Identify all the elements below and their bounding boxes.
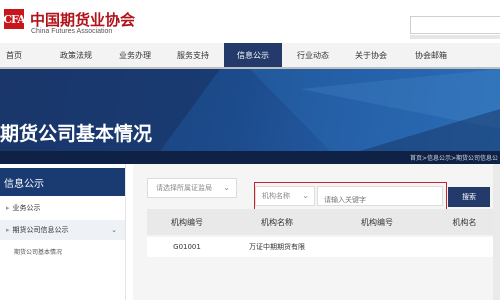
sidebar-header: 信息公示	[0, 168, 125, 196]
column-header: 机构名	[452, 217, 477, 227]
region-select[interactable]: 请选择所属证监局 ⌄	[147, 178, 237, 198]
site-header: CFA 中国期货业协会 China Futures Association	[0, 0, 500, 43]
page-banner: 期货公司基本情况	[0, 69, 500, 151]
sidebar-item-label: 业务公示	[12, 204, 41, 212]
filter-row: 请选择所属证监局 ⌄ 机构名称 ⌄ 搜索	[133, 174, 500, 212]
scrollbar[interactable]	[493, 164, 500, 300]
bullet-icon: ▸	[6, 204, 10, 212]
sidebar-subitem[interactable]: 期货公司基本情况	[0, 244, 125, 258]
sidebar-item-business-notice[interactable]: ▸ 业务公示	[0, 198, 125, 218]
chevron-down-icon[interactable]: ⌄	[111, 226, 117, 234]
breadcrumb[interactable]: 首页>信息公示>期货公司信息公	[410, 153, 498, 162]
table-header: 机构编号 机构名称 机构编号 机构名	[147, 209, 500, 235]
org-field-select[interactable]: 机构名称 ⌄	[255, 186, 315, 206]
sidebar-item-futures-info[interactable]: ▸ 期货公司信息公示 ⌄	[0, 220, 125, 240]
org-field-select-value: 机构名称	[262, 192, 290, 200]
main-content: 请选择所属证监局 ⌄ 机构名称 ⌄ 搜索 机构编号 机构名称 机构编号 机构名 …	[133, 164, 500, 300]
nav-service[interactable]: 服务支持	[164, 43, 222, 67]
sidebar-item-label: 期货公司信息公示	[12, 226, 69, 234]
site-search-box[interactable]	[410, 16, 500, 38]
cell-org-id: G01001	[173, 243, 201, 251]
nav-home[interactable]: 首页	[0, 43, 28, 67]
keyword-input[interactable]	[318, 190, 450, 211]
column-header: 机构名称	[261, 217, 293, 227]
sidebar: 信息公示 ▸ 业务公示 ▸ 期货公司信息公示 ⌄ 期货公司基本情况	[0, 164, 126, 300]
region-select-value: 请选择所属证监局	[156, 184, 212, 192]
chevron-down-icon: ⌄	[223, 183, 230, 192]
nav-policy[interactable]: 政策法规	[46, 43, 106, 67]
table-row[interactable]: G01001 万证中期期货有限	[147, 237, 500, 257]
org-name-cn: 中国期货业协会	[30, 11, 136, 29]
search-button[interactable]: 搜索	[448, 187, 490, 207]
nav-business[interactable]: 业务办理	[106, 43, 164, 67]
column-header: 机构编号	[171, 217, 203, 227]
bullet-icon: ▸	[6, 226, 10, 234]
main-nav: 首页 政策法规 业务办理 服务支持 信息公示 行业动态 关于协会 协会邮箱	[0, 43, 500, 69]
header-divider	[410, 35, 500, 39]
column-header: 机构编号	[361, 217, 393, 227]
chevron-down-icon: ⌄	[302, 191, 309, 200]
nav-mail[interactable]: 协会邮箱	[402, 43, 460, 67]
org-name-en: China Futures Association	[31, 28, 113, 35]
nav-about[interactable]: 关于协会	[342, 43, 400, 67]
nav-info[interactable]: 信息公示	[224, 43, 282, 67]
cell-org-name[interactable]: 万证中期期货有限	[229, 237, 325, 257]
page-title: 期货公司基本情况	[0, 123, 153, 145]
keyword-field[interactable]	[317, 186, 450, 211]
breadcrumb-bar: 首页>信息公示>期货公司信息公	[0, 151, 500, 164]
logo-icon[interactable]: CFA	[3, 9, 26, 29]
nav-industry[interactable]: 行业动态	[284, 43, 342, 67]
